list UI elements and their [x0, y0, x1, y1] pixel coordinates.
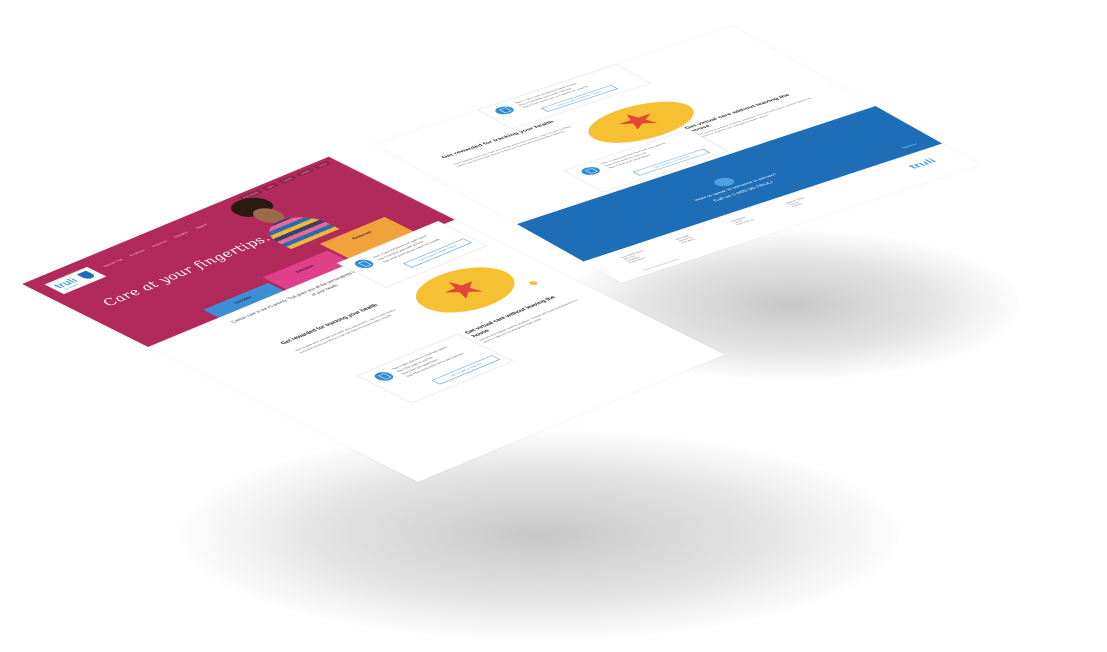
- brand-logo[interactable]: truli for health: [44, 266, 107, 295]
- contact-phone[interactable]: Call us 1-855-35-TRULI: [562, 131, 925, 251]
- footer-col-2: EXPLORE Resources Education: [675, 235, 697, 244]
- footer-logo: truli: [905, 157, 939, 171]
- utility-link[interactable]: Contact: [277, 175, 297, 184]
- utility-link[interactable]: Español: [295, 167, 315, 177]
- clipboard-icon: [350, 257, 378, 270]
- contact-tag[interactable]: Discover: [902, 143, 918, 149]
- clipboard-icon: [491, 104, 518, 116]
- footer-col-3: MEMBERS Log In Find a Doctor: [730, 215, 755, 225]
- clipboard-icon: [577, 165, 604, 177]
- nav-item[interactable]: Resources: [151, 240, 169, 248]
- nav-item[interactable]: Enrollment: [129, 249, 147, 257]
- footer-col-1: DISCOVER TRULI Why Truli Enrollment Plan…: [620, 250, 655, 264]
- virtual-care-card: Step 1 Log in and view the virtual care …: [356, 333, 514, 404]
- virtual-title-back: Get virtual care without leaving the hou…: [683, 93, 792, 133]
- nav-item[interactable]: Discover Truli: [103, 259, 124, 268]
- nav-item[interactable]: Education: [173, 231, 190, 238]
- shield-icon: [76, 270, 97, 280]
- clipboard-icon: [370, 370, 398, 383]
- shadow-front: [180, 430, 900, 640]
- footer-col-4: ABOUT TRULI Contact Careers: [785, 197, 812, 208]
- utility-link[interactable]: Search: [313, 160, 332, 170]
- nav-item[interactable]: Support: [195, 223, 209, 229]
- mockup-scene: Step 1 Log in and access your health tra…: [0, 0, 1107, 652]
- blob-dot: [527, 280, 540, 286]
